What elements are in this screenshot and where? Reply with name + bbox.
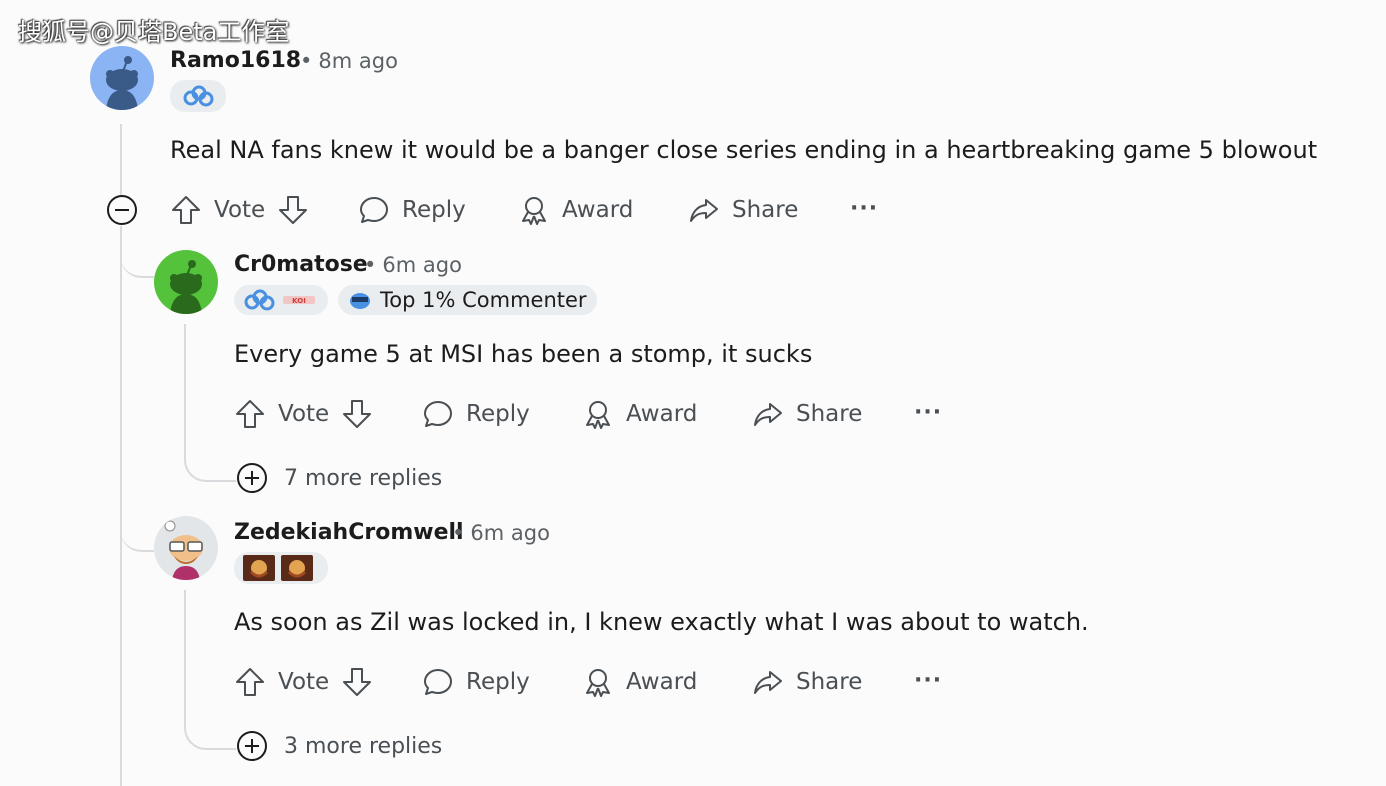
upvote-button[interactable]	[234, 666, 266, 698]
comment-bubble-icon	[424, 669, 452, 695]
top-commenter-badge: Top 1% Commenter	[338, 285, 597, 315]
more-replies-label: 7 more replies	[284, 465, 443, 491]
award-button[interactable]: Award	[582, 666, 697, 698]
expand-plus-icon	[237, 731, 267, 761]
vote-label: Vote	[278, 669, 330, 695]
reply-label: Reply	[466, 401, 530, 427]
custom-snoo-avatar-icon	[164, 520, 203, 580]
expand-plus-icon	[237, 463, 267, 493]
username[interactable]: Ramo1618	[170, 48, 301, 73]
share-button[interactable]: Share	[752, 398, 862, 430]
timestamp-text: 6m ago	[382, 253, 462, 277]
thread-connector-1	[120, 236, 154, 278]
thread-connector-2	[120, 500, 154, 552]
user-flair	[170, 80, 226, 112]
award-ribbon-icon	[586, 669, 610, 697]
more-options-button[interactable]: ···	[914, 668, 942, 693]
commenter-badge-icon	[350, 293, 370, 309]
award-label: Award	[562, 197, 634, 223]
downvote-button[interactable]	[341, 666, 373, 698]
upvote-arrow-icon	[236, 400, 264, 428]
username[interactable]: ZedekiahCromwell	[234, 520, 464, 545]
comment-body: Real NA fans knew it would be a banger c…	[170, 136, 1318, 164]
timestamp-text: 8m ago	[318, 49, 398, 73]
avatar[interactable]	[154, 516, 218, 580]
upvote-button[interactable]	[170, 194, 202, 226]
snoo-avatar-icon	[106, 56, 138, 110]
award-button[interactable]: Award	[582, 398, 697, 430]
watermark-text: 搜狐号@贝塔Beta工作室	[18, 18, 290, 46]
timestamp: • 6m ago	[452, 521, 550, 545]
team-logo-icon: KOI	[283, 296, 315, 305]
reply-button[interactable]: Reply	[422, 666, 530, 698]
share-label: Share	[732, 197, 799, 223]
upvote-button[interactable]	[234, 398, 266, 430]
collapse-button[interactable]	[106, 194, 138, 230]
snoo-avatar-icon	[170, 260, 202, 314]
downvote-arrow-icon	[343, 400, 372, 428]
share-arrow-icon	[754, 671, 782, 694]
avatar[interactable]	[90, 46, 154, 110]
upvote-arrow-icon	[172, 196, 200, 224]
share-arrow-icon	[690, 199, 718, 222]
comment-bubble-icon	[424, 401, 452, 427]
downvote-button[interactable]	[341, 398, 373, 430]
comment-bubble-icon	[360, 197, 388, 223]
badge-label: Top 1% Commenter	[380, 288, 587, 312]
user-flair: KOI	[234, 285, 328, 315]
downvote-arrow-icon	[343, 668, 372, 696]
thread-line-root[interactable]	[120, 124, 122, 196]
share-button[interactable]: Share	[688, 194, 798, 226]
svg-text:KOI: KOI	[292, 297, 306, 305]
more-replies-button[interactable]: 7 more replies	[236, 462, 442, 494]
cloud9-icon	[183, 85, 214, 107]
avatar[interactable]	[154, 250, 218, 314]
collapse-minus-icon	[107, 195, 137, 225]
award-button[interactable]: Award	[518, 194, 633, 226]
award-ribbon-icon	[586, 401, 610, 429]
downvote-button[interactable]	[277, 194, 309, 226]
reply-label: Reply	[402, 197, 466, 223]
more-replies-button[interactable]: 3 more replies	[236, 730, 442, 762]
share-button[interactable]: Share	[752, 666, 862, 698]
timestamp: • 6m ago	[364, 253, 462, 277]
award-ribbon-icon	[522, 197, 546, 225]
more-options-button[interactable]: ···	[914, 400, 942, 425]
vote-label: Vote	[214, 197, 266, 223]
comment-body: Every game 5 at MSI has been a stomp, it…	[234, 340, 813, 368]
share-label: Share	[796, 669, 863, 695]
vote-controls: Vote	[170, 194, 309, 226]
reply-label: Reply	[466, 669, 530, 695]
thread-connector-more-2	[184, 708, 236, 750]
share-label: Share	[796, 401, 863, 427]
timestamp: • 8m ago	[300, 49, 398, 73]
share-arrow-icon	[754, 403, 782, 426]
more-options-button[interactable]: ···	[850, 196, 878, 221]
award-label: Award	[626, 401, 698, 427]
champion-icon	[243, 555, 275, 581]
more-replies-label: 3 more replies	[284, 733, 443, 759]
cloud9-icon	[244, 289, 275, 311]
comment-body: As soon as Zil was locked in, I knew exa…	[234, 608, 1089, 636]
downvote-arrow-icon	[279, 196, 308, 224]
username[interactable]: Cr0matose	[234, 252, 368, 277]
reply-button[interactable]: Reply	[358, 194, 466, 226]
thread-connector-more-1	[184, 440, 236, 482]
award-label: Award	[626, 669, 698, 695]
champion-icon	[281, 555, 313, 581]
timestamp-text: 6m ago	[470, 521, 550, 545]
vote-controls: Vote	[234, 398, 373, 430]
reply-button[interactable]: Reply	[422, 398, 530, 430]
vote-controls: Vote	[234, 666, 373, 698]
upvote-arrow-icon	[236, 668, 264, 696]
vote-label: Vote	[278, 401, 330, 427]
user-flair	[234, 552, 328, 584]
